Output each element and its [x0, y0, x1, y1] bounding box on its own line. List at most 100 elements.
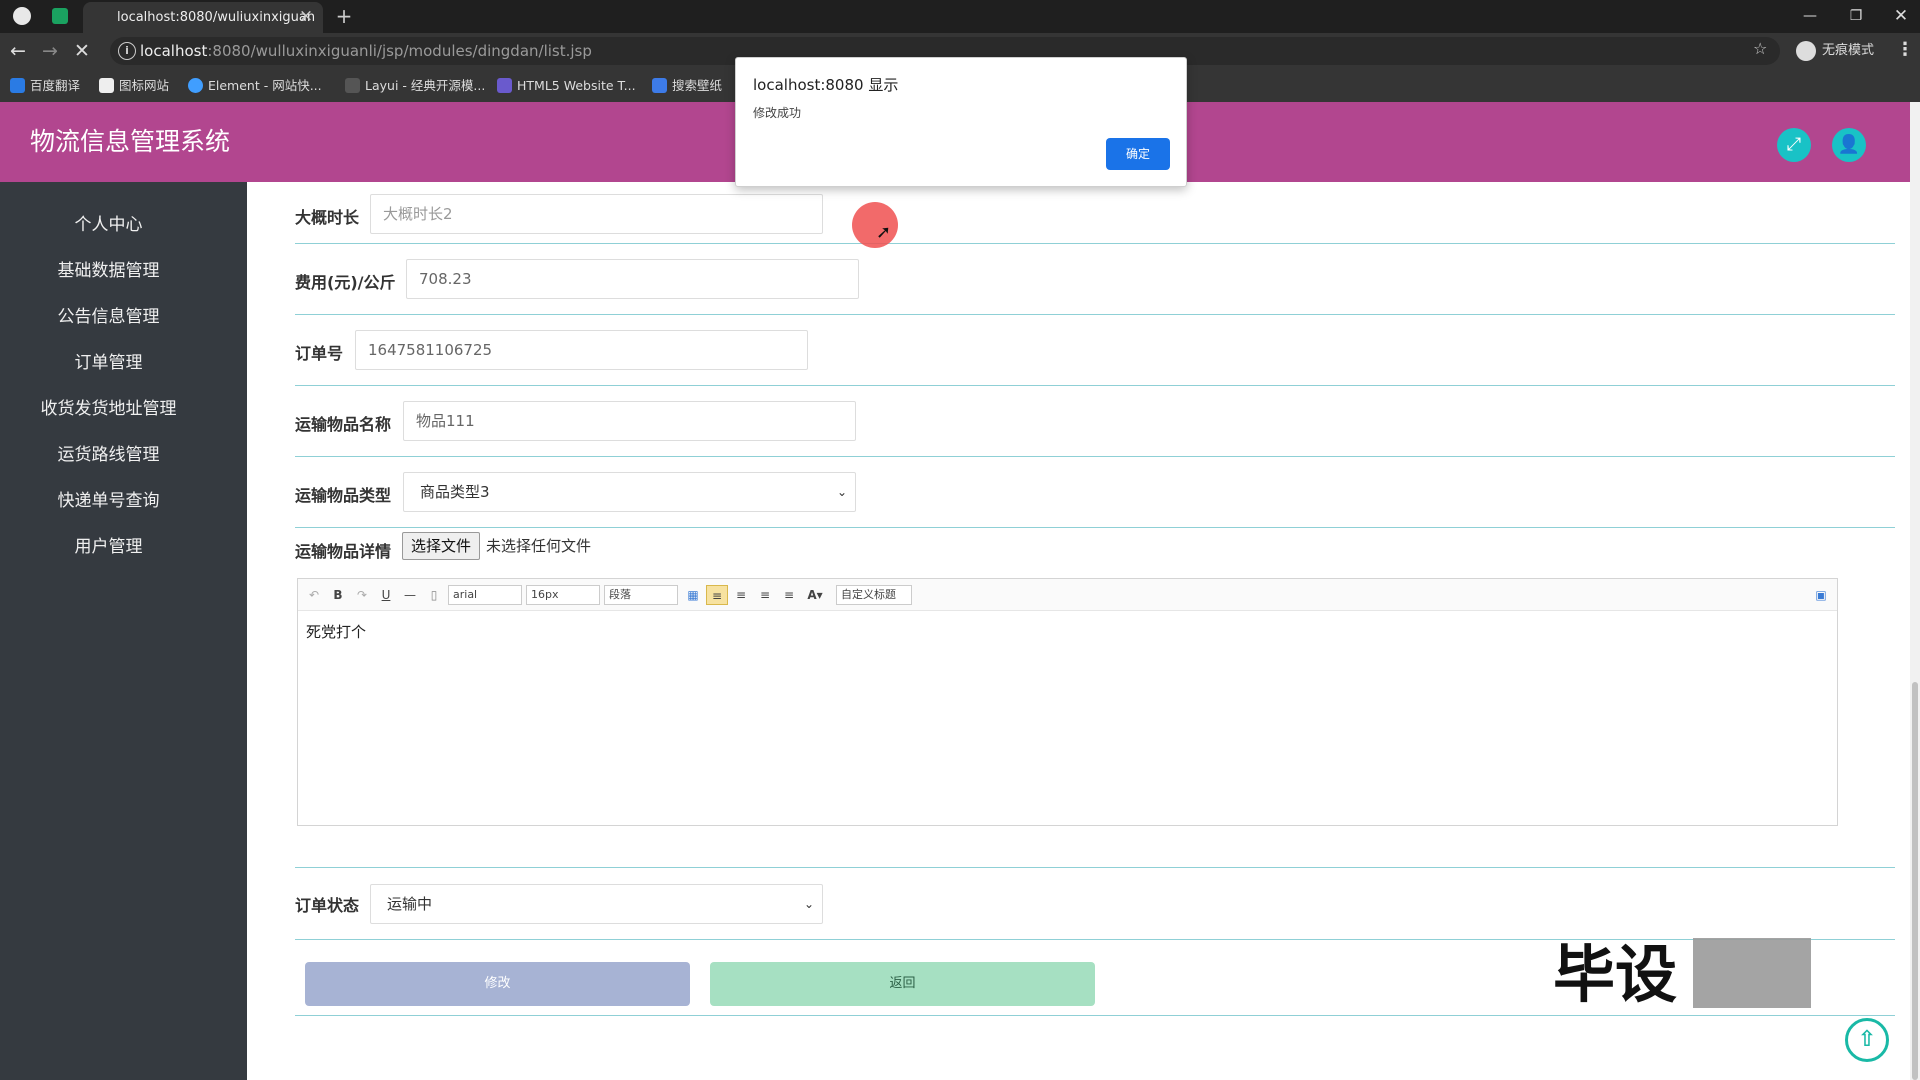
- form-row-duration: 大概时长 大概时长2: [295, 182, 1895, 244]
- browser-tab-bar: localhost:8080/wuliuxinxiguan × + — ❐ ✕: [0, 0, 1920, 33]
- restore-icon[interactable]: ❐: [1843, 4, 1869, 28]
- status-value: 运输中: [387, 895, 433, 913]
- status-label: 订单状态: [295, 896, 360, 915]
- wallpaper-icon: [652, 78, 667, 93]
- sidebar-item-orders[interactable]: 订单管理: [0, 348, 217, 378]
- scrollbar-thumb[interactable]: [1912, 682, 1918, 1080]
- flag-icon: [99, 78, 114, 93]
- form-row-goods-type: 运输物品类型 商品类型3 ⌄: [295, 457, 1895, 528]
- horizontal-rule-icon[interactable]: —: [402, 585, 418, 605]
- goods-type-select[interactable]: 商品类型3 ⌄: [403, 472, 856, 512]
- font-color-icon[interactable]: A▾: [804, 585, 826, 605]
- bookmark-item[interactable]: Layui - 经典开源模...: [345, 69, 485, 102]
- alert-dialog: localhost:8080 显示 修改成功 确定: [735, 57, 1187, 187]
- incognito-label: 无痕模式: [1822, 43, 1875, 58]
- table-icon[interactable]: ▦: [684, 585, 702, 605]
- new-tab-icon[interactable]: +: [334, 5, 354, 27]
- blurred-watermark-region: [1693, 938, 1811, 1008]
- choose-file-button[interactable]: 选择文件: [402, 532, 481, 560]
- align-left-icon[interactable]: ≡: [706, 585, 728, 605]
- dialog-title: localhost:8080 显示: [753, 76, 899, 94]
- goods-type-label: 运输物品类型: [295, 486, 392, 505]
- layui-icon: [345, 78, 360, 93]
- bookmark-item[interactable]: HTML5 Website T...: [497, 69, 636, 102]
- tab-close-icon[interactable]: ×: [296, 5, 316, 27]
- align-center-icon[interactable]: ≡: [756, 585, 774, 605]
- undo-icon[interactable]: ↶: [306, 585, 322, 605]
- browser-menu-icon[interactable]: ⋮: [1896, 39, 1914, 60]
- order-no-input[interactable]: 1647581106725: [355, 330, 808, 370]
- paste-icon[interactable]: ▯: [426, 585, 442, 605]
- redo-icon[interactable]: ↷: [354, 585, 370, 605]
- sidebar-item-tracking[interactable]: 快递单号查询: [0, 486, 217, 516]
- rich-text-editor: ↶ B ↷ U — ▯ arial 16px 段落 ▦ ≡ ≡ ≡ ≡ A▾ 自…: [297, 578, 1838, 826]
- site-info-icon[interactable]: i: [118, 42, 136, 60]
- file-status: 未选择任何文件: [486, 537, 592, 555]
- fullscreen-icon[interactable]: ⤢: [1777, 128, 1811, 162]
- bookmark-item[interactable]: 图标网站: [99, 69, 169, 102]
- paragraph-select[interactable]: 段落: [604, 585, 678, 605]
- underline-icon[interactable]: U: [378, 585, 394, 605]
- sidebar-item-routes[interactable]: 运货路线管理: [0, 440, 217, 470]
- bookmark-star-icon[interactable]: ☆: [1753, 39, 1767, 58]
- dialog-message: 修改成功: [753, 106, 802, 120]
- chevron-down-icon: ⌄: [836, 485, 847, 499]
- minimize-icon[interactable]: —: [1797, 4, 1823, 28]
- editor-content[interactable]: 死党打个: [306, 621, 366, 642]
- fullscreen-editor-icon[interactable]: ▣: [1813, 585, 1829, 605]
- font-size-select[interactable]: 16px: [526, 585, 600, 605]
- translate-icon: [10, 78, 25, 93]
- dialog-ok-button[interactable]: 确定: [1106, 138, 1170, 170]
- custom-title-select[interactable]: 自定义标题: [836, 585, 912, 605]
- goods-name-input[interactable]: 物品111: [403, 401, 856, 441]
- align-justify-icon[interactable]: ≡: [780, 585, 798, 605]
- sidebar-item-profile[interactable]: 个人中心: [0, 210, 217, 240]
- mouse-pointer-icon: ➚: [876, 222, 892, 243]
- form-row-order-no: 订单号 1647581106725: [295, 315, 1895, 386]
- watermark: 毕设: [1553, 938, 1678, 1011]
- bookmark-item[interactable]: 搜索壁纸: [652, 69, 722, 102]
- form-row-status: 订单状态 运输中 ⌄: [295, 868, 1895, 940]
- back-icon[interactable]: ←: [6, 39, 30, 63]
- sidebar: 个人中心 基础数据管理 公告信息管理 订单管理 收货发货地址管理 运货路线管理 …: [0, 182, 247, 1080]
- duration-label: 大概时长: [295, 208, 360, 227]
- tab-title: localhost:8080/wuliuxinxiguan: [117, 10, 316, 25]
- align-right-icon[interactable]: ≡: [732, 585, 750, 605]
- fee-label: 费用(元)/公斤: [295, 273, 396, 292]
- forward-icon[interactable]: →: [38, 39, 62, 63]
- sidebar-item-addresses[interactable]: 收货发货地址管理: [0, 394, 217, 424]
- form-row-fee: 费用(元)/公斤 708.23: [295, 244, 1895, 315]
- incognito-indicator[interactable]: 无痕模式: [1796, 39, 1874, 63]
- browser-logo-icon: [13, 7, 31, 25]
- goods-detail-label: 运输物品详情: [295, 542, 392, 561]
- back-button[interactable]: 返回: [710, 962, 1095, 1006]
- goods-type-value: 商品类型3: [420, 483, 490, 501]
- app-title: 物流信息管理系统: [30, 127, 231, 156]
- sidebar-item-notices[interactable]: 公告信息管理: [0, 302, 217, 332]
- bookmark-item[interactable]: Element - 网站快...: [188, 69, 322, 102]
- editor-toolbar: ↶ B ↷ U — ▯ arial 16px 段落 ▦ ≡ ≡ ≡ ≡ A▾ 自…: [298, 579, 1837, 611]
- status-select[interactable]: 运输中 ⌄: [370, 884, 823, 924]
- html5-icon: [497, 78, 512, 93]
- user-icon[interactable]: 👤: [1832, 128, 1866, 162]
- element-icon: [188, 78, 203, 93]
- tab-active[interactable]: localhost:8080/wuliuxinxiguan: [83, 2, 323, 33]
- duration-input[interactable]: 大概时长2: [370, 194, 823, 234]
- order-no-label: 订单号: [295, 344, 344, 363]
- stop-loading-icon[interactable]: ✕: [70, 39, 94, 63]
- sidebar-item-basic-data[interactable]: 基础数据管理: [0, 256, 217, 286]
- cursor-highlight: [852, 202, 898, 248]
- sidebar-item-users[interactable]: 用户管理: [0, 532, 217, 562]
- submit-button[interactable]: 修改: [305, 962, 690, 1006]
- url-text[interactable]: localhost:8080/wulluxinxiguanli/jsp/modu…: [140, 37, 592, 65]
- sheet-tab-icon[interactable]: [52, 8, 68, 24]
- goods-name-label: 运输物品名称: [295, 415, 392, 434]
- scroll-to-top-icon[interactable]: ⇧: [1845, 1018, 1889, 1062]
- bold-icon[interactable]: B: [330, 585, 346, 605]
- close-window-icon[interactable]: ✕: [1888, 4, 1914, 28]
- form-row-goods-detail: 运输物品详情 选择文件 未选择任何文件 ↶ B ↷ U — ▯ arial 16…: [295, 528, 1895, 868]
- font-family-select[interactable]: arial: [448, 585, 522, 605]
- fee-input[interactable]: 708.23: [406, 259, 859, 299]
- form-row-goods-name: 运输物品名称 物品111: [295, 386, 1895, 457]
- bookmark-item[interactable]: 百度翻译: [10, 69, 80, 102]
